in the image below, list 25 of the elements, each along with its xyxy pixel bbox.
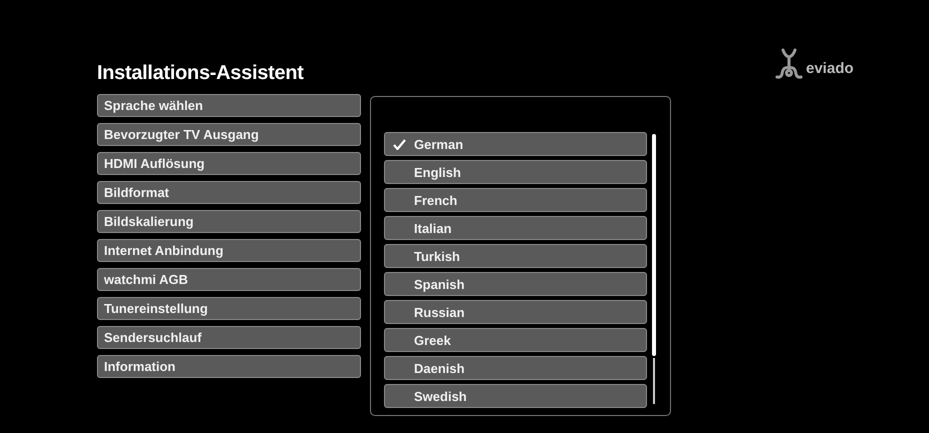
language-item[interactable]: Russian xyxy=(384,300,647,324)
menu-item[interactable]: Bildformat xyxy=(97,181,361,204)
language-item[interactable]: German xyxy=(384,132,647,156)
language-item[interactable]: Greek xyxy=(384,328,647,352)
figure-logo-icon xyxy=(775,48,803,80)
menu-item[interactable]: Tunereinstellung xyxy=(97,297,361,320)
menu-item[interactable]: Bildskalierung xyxy=(97,210,361,233)
menu-item[interactable]: HDMI Auflösung xyxy=(97,152,361,175)
language-item[interactable]: Italian xyxy=(384,216,647,240)
menu-item[interactable]: Sprache wählen xyxy=(97,94,361,117)
check-icon xyxy=(393,138,406,150)
menu-item[interactable]: Information xyxy=(97,355,361,378)
menu-item[interactable]: Internet Anbindung xyxy=(97,239,361,262)
language-item[interactable]: Swedish xyxy=(384,384,647,408)
scrollbar[interactable] xyxy=(652,134,656,404)
menu-item[interactable]: Bevorzugter TV Ausgang xyxy=(97,123,361,146)
language-item[interactable]: Daenish xyxy=(384,356,647,380)
page-title: Installations-Assistent xyxy=(97,61,304,86)
language-item[interactable]: Turkish xyxy=(384,244,647,268)
menu-item[interactable]: watchmi AGB xyxy=(97,268,361,291)
menu-item[interactable]: Sendersuchlauf xyxy=(97,326,361,349)
logo-text: eviado xyxy=(806,60,854,78)
language-item[interactable]: Spanish xyxy=(384,272,647,296)
language-item[interactable]: French xyxy=(384,188,647,212)
language-item[interactable]: English xyxy=(384,160,647,184)
